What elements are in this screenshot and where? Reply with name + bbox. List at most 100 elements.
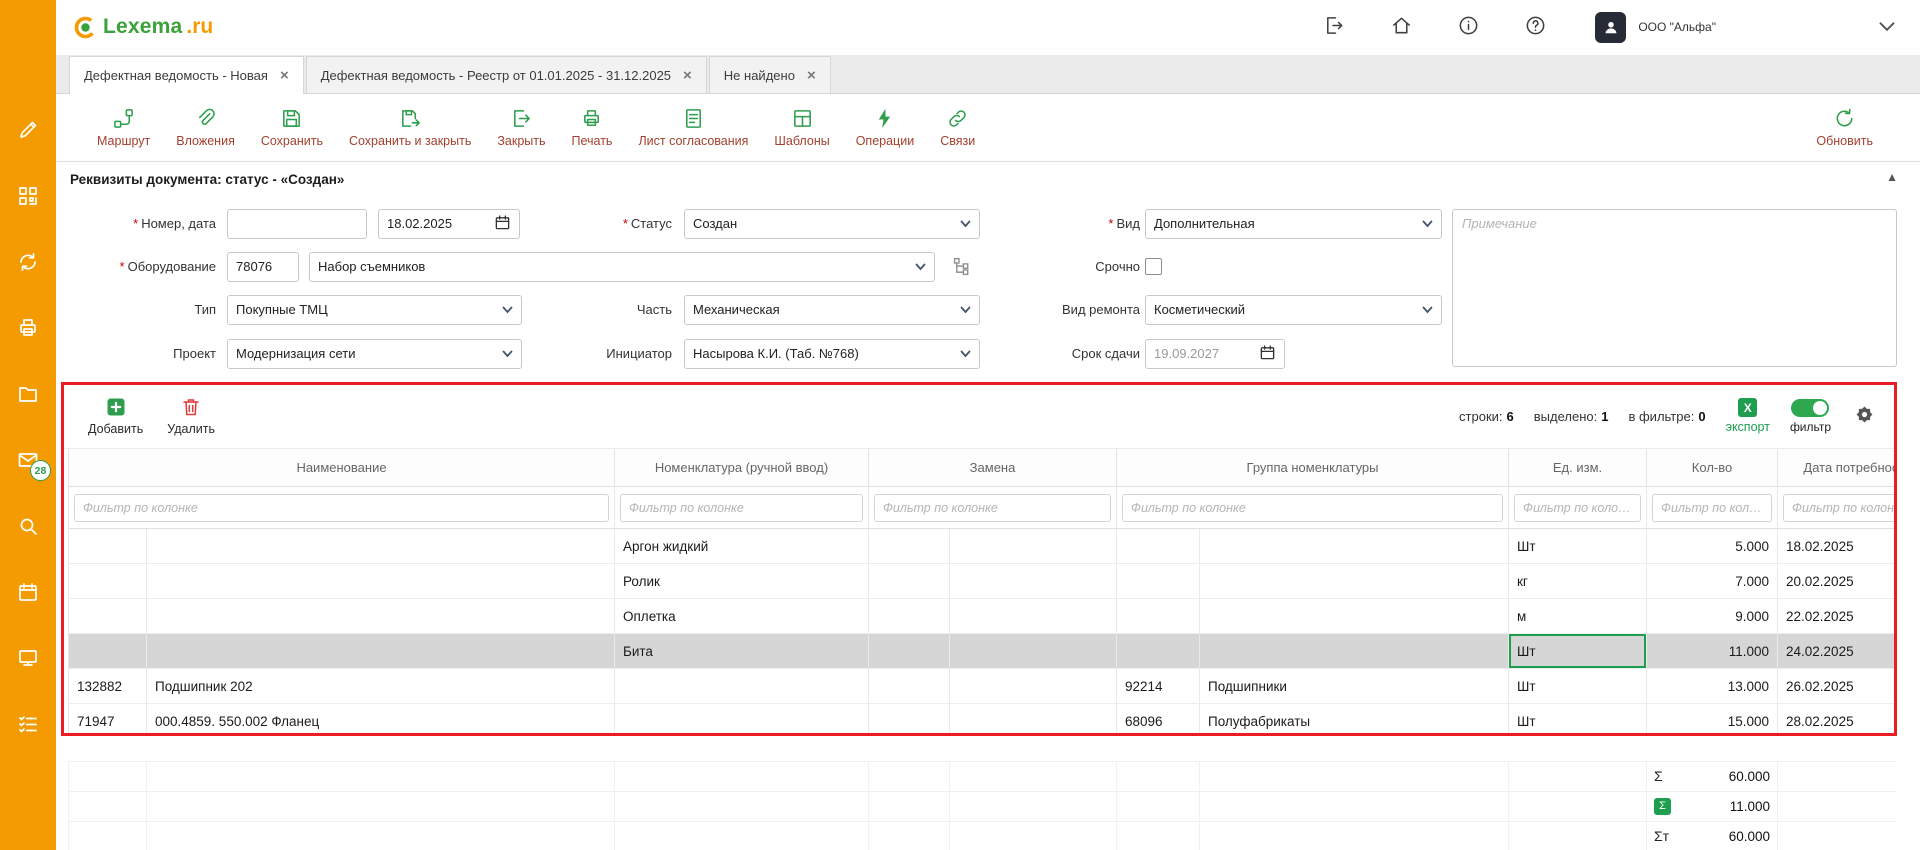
grid-cell[interactable]: 68096 (1117, 704, 1200, 736)
grid-cell[interactable] (869, 669, 950, 704)
calendar-icon[interactable] (16, 580, 40, 604)
calendar-icon[interactable] (1259, 344, 1276, 364)
grid-cell[interactable] (950, 599, 1117, 634)
grid-cell[interactable]: Шт (1509, 704, 1647, 736)
export-excel-button[interactable]: X экспорт (1726, 398, 1770, 434)
date-input[interactable]: 18.02.2025 (378, 209, 520, 239)
tab-defect-sheet-new[interactable]: Дефектная ведомость - Новая × (69, 56, 304, 94)
grid-cell[interactable]: Подшипники (1200, 669, 1509, 704)
gear-icon[interactable] (1851, 401, 1878, 431)
print-button[interactable]: Печать (559, 107, 626, 148)
grid-cell[interactable]: 9.000 (1647, 599, 1778, 634)
tab-not-found[interactable]: Не найдено × (709, 56, 831, 93)
tab-close-icon[interactable]: × (807, 68, 816, 83)
home-icon[interactable] (1390, 14, 1413, 40)
user-avatar[interactable] (1595, 12, 1626, 43)
grid-cell[interactable]: 28.02.2025 (1778, 704, 1894, 736)
grid-cell[interactable]: Аргон жидкий (615, 529, 869, 564)
grid-cell[interactable] (869, 599, 950, 634)
grid-cell[interactable] (147, 529, 615, 564)
grid-cell[interactable] (69, 529, 147, 564)
grid-cell[interactable] (147, 634, 615, 669)
grid-cell[interactable]: Оплетка (615, 599, 869, 634)
grid-cell[interactable]: Шт (1509, 669, 1647, 704)
column-header-unit[interactable]: Ед. изм. (1509, 449, 1647, 487)
grid-cell[interactable]: 7.000 (1647, 564, 1778, 599)
sync-icon[interactable] (16, 250, 40, 274)
grid-cell[interactable] (147, 564, 615, 599)
grid-cell[interactable]: Шт (1509, 634, 1647, 669)
grid-cell[interactable]: Полуфабрикаты (1200, 704, 1509, 736)
table-row[interactable]: Аргон жидкий Шт5.00018.02.2025 (69, 529, 1895, 564)
grid-cell[interactable] (615, 669, 869, 704)
table-row[interactable]: 71947000.4859. 550.002 Фланец68096Полуфа… (69, 704, 1895, 736)
tab-close-icon[interactable]: × (280, 68, 289, 83)
column-header-name[interactable]: Наименование (69, 449, 615, 487)
save-and-close-button[interactable]: Сохранить и закрыть (336, 107, 484, 148)
grid-cell[interactable]: 000.4859. 550.002 Фланец (147, 704, 615, 736)
collapse-section-icon[interactable]: ▲ (1886, 170, 1898, 184)
grid-cell[interactable] (615, 704, 869, 736)
monitor-icon[interactable] (16, 646, 40, 670)
grid-cell[interactable]: м (1509, 599, 1647, 634)
filter-input-nomenclature[interactable] (620, 494, 863, 522)
refresh-button[interactable]: Обновить (1803, 107, 1886, 148)
grid-cell[interactable]: 92214 (1117, 669, 1200, 704)
grid-cell[interactable] (1200, 564, 1509, 599)
filter-input-name[interactable] (74, 494, 609, 522)
tab-defect-sheet-registry[interactable]: Дефектная ведомость - Реестр от 01.01.20… (306, 56, 707, 93)
grid-cell[interactable] (69, 564, 147, 599)
table-row[interactable]: 132882Подшипник 20292214ПодшипникиШт13.0… (69, 669, 1895, 704)
grid-cell[interactable] (1200, 634, 1509, 669)
grid-cell[interactable] (69, 599, 147, 634)
column-header-replacement[interactable]: Замена (869, 449, 1117, 487)
grid-cell[interactable]: 13.000 (1647, 669, 1778, 704)
type-select[interactable]: Покупные ТМЦ (227, 295, 522, 325)
grid-cell[interactable]: кг (1509, 564, 1647, 599)
grid-cell[interactable] (950, 564, 1117, 599)
search-icon[interactable] (16, 514, 40, 538)
column-header-nomenclature-group[interactable]: Группа номенклатуры (1117, 449, 1509, 487)
table-row[interactable]: Роликкг7.00020.02.2025 (69, 564, 1895, 599)
grid-cell[interactable]: 20.02.2025 (1778, 564, 1894, 599)
tab-close-icon[interactable]: × (683, 68, 692, 83)
grid-cell[interactable] (1117, 564, 1200, 599)
equipment-select[interactable]: Набор съемников (309, 252, 935, 282)
grid-cell[interactable] (1117, 634, 1200, 669)
info-icon[interactable] (1457, 14, 1480, 40)
filter-toggle[interactable]: фильтр (1790, 399, 1831, 434)
grid-cell[interactable]: 5.000 (1647, 529, 1778, 564)
note-textarea[interactable] (1452, 209, 1897, 367)
add-row-button[interactable]: Добавить (88, 396, 143, 436)
column-header-nomenclature-manual[interactable]: Номенклатура (ручной ввод) (615, 449, 869, 487)
grid-cell[interactable]: 24.02.2025 (1778, 634, 1894, 669)
grid-cell[interactable]: 18.02.2025 (1778, 529, 1894, 564)
grid-cell[interactable] (1117, 529, 1200, 564)
grid-cell[interactable] (1200, 529, 1509, 564)
grid-cell[interactable]: Шт (1509, 529, 1647, 564)
folder-icon[interactable] (16, 382, 40, 406)
grid-cell[interactable] (1200, 599, 1509, 634)
save-button[interactable]: Сохранить (248, 107, 336, 148)
grid-cell[interactable]: Бита (615, 634, 869, 669)
help-icon[interactable] (1524, 14, 1547, 40)
grid-cell[interactable] (950, 634, 1117, 669)
links-button[interactable]: Связи (927, 107, 988, 148)
toggle-switch-icon[interactable] (1791, 399, 1829, 417)
filter-input-group[interactable] (1122, 494, 1503, 522)
grid-cell[interactable] (147, 599, 615, 634)
grid-cell[interactable] (869, 704, 950, 736)
grid-cell[interactable]: Подшипник 202 (147, 669, 615, 704)
grid-cell[interactable] (950, 669, 1117, 704)
number-input[interactable] (227, 209, 367, 239)
column-header-need-date[interactable]: Дата потребности (1778, 449, 1894, 487)
grid-cell[interactable]: 26.02.2025 (1778, 669, 1894, 704)
filter-input-date[interactable] (1783, 494, 1894, 522)
mail-icon[interactable]: 28 (16, 448, 40, 472)
filter-input-unit[interactable] (1514, 494, 1641, 522)
filter-input-replacement[interactable] (874, 494, 1111, 522)
grid-cell[interactable] (950, 529, 1117, 564)
part-select[interactable]: Механическая (684, 295, 980, 325)
chevron-down-icon[interactable] (1874, 13, 1900, 42)
templates-button[interactable]: Шаблоны (761, 107, 842, 148)
